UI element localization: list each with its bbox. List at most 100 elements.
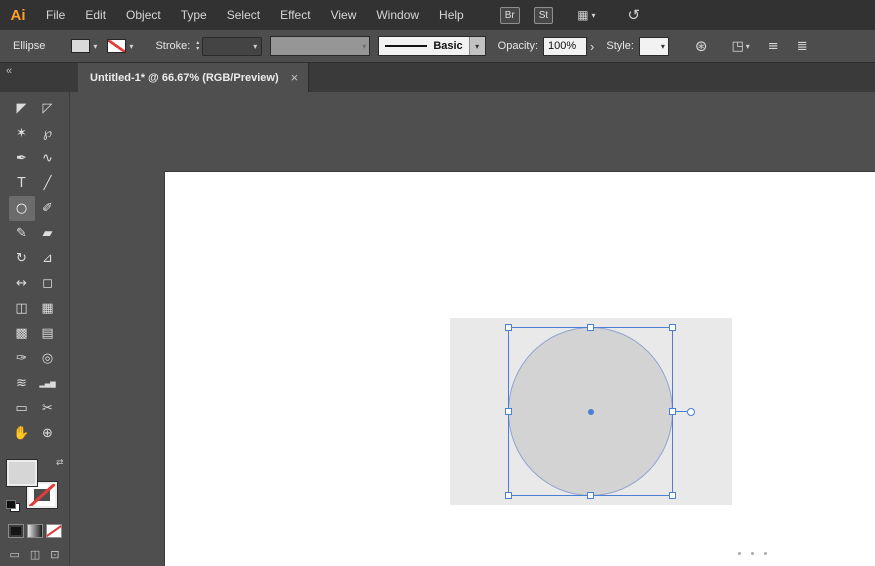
brush-definition-select[interactable]: Basic ▾ (378, 36, 485, 56)
gradient-button[interactable] (27, 524, 43, 538)
width-profile-select[interactable]: ▾ (270, 36, 370, 56)
selection-handle-se[interactable] (669, 492, 676, 499)
stroke-label: Stroke: (155, 40, 190, 52)
none-button[interactable] (46, 524, 62, 538)
slice-tool[interactable]: ✂ (35, 396, 61, 421)
artboard-tool[interactable]: ▭ (9, 396, 35, 421)
collapse-panel-button[interactable]: « (6, 65, 12, 77)
mesh-tool[interactable]: ▩ (9, 321, 35, 346)
context-label: Ellipse (13, 40, 45, 52)
selection-center-point[interactable] (588, 409, 594, 415)
type-tool[interactable]: T (9, 171, 35, 196)
recolor-artwork-icon[interactable]: ⊛ (695, 37, 708, 55)
curvature-tool[interactable]: ∿ (35, 146, 61, 171)
tools-panel: « ◤ ◸ ✶ ℘ ✒ ∿ T ╱ ○ ✐ ✎ ▰ ↻ ⊿ ↔ ◻ ◫ ▦ (0, 63, 70, 566)
swap-fill-stroke-icon[interactable]: ⇄ (56, 458, 64, 468)
magic-wand-tool[interactable]: ✶ (9, 121, 35, 146)
line-segment-tool[interactable]: ╱ (35, 171, 61, 196)
shape-builder-tool[interactable]: ◫ (9, 296, 35, 321)
default-fill-icon (6, 500, 16, 509)
chevron-down-icon: ▾ (475, 42, 479, 51)
selection-handle-w[interactable] (505, 408, 512, 415)
align-left-icon[interactable]: ≡ (768, 39, 779, 54)
eraser-tool[interactable]: ▰ (35, 221, 61, 246)
transform-menu-button[interactable]: ◳ ▾ (731, 39, 749, 54)
menu-item-file[interactable]: File (36, 0, 75, 30)
selection-handle-s[interactable] (587, 492, 594, 499)
selection-handle-sw[interactable] (505, 492, 512, 499)
fill-swatch-icon (71, 39, 90, 53)
canvas[interactable] (70, 92, 875, 566)
free-transform-tool[interactable]: ◻ (35, 271, 61, 296)
eyedropper-tool[interactable]: ✑ (9, 346, 35, 371)
menu-item-view[interactable]: View (321, 0, 367, 30)
selection-tool[interactable]: ◤ (9, 96, 35, 121)
opacity-dropdown-arrow-icon[interactable]: › (590, 39, 594, 54)
stroke-color-select[interactable]: ▾ (107, 39, 133, 53)
selection-handle-ne[interactable] (669, 324, 676, 331)
app-logo: Ai (0, 7, 36, 24)
draw-inside-icon[interactable]: ⊡ (50, 548, 59, 561)
symbol-sprayer-tool[interactable]: ≋ (9, 371, 35, 396)
fill-color-select[interactable]: ▾ (71, 39, 97, 53)
chevron-down-icon: ▾ (362, 42, 366, 51)
transform-icon: ◳ (731, 39, 743, 54)
ellipse-tool[interactable]: ○ (9, 196, 35, 221)
workspace-switcher[interactable]: ▦ ▾ (577, 8, 595, 22)
stock-button[interactable]: St (534, 7, 553, 24)
zoom-tool[interactable]: ⊕ (35, 421, 61, 446)
scale-tool[interactable]: ⊿ (35, 246, 61, 271)
color-type-buttons (8, 524, 62, 538)
opacity-label[interactable]: Opacity: (498, 40, 538, 52)
draw-behind-icon[interactable]: ◫ (30, 548, 40, 561)
chevron-down-icon: ▾ (253, 42, 257, 51)
bridge-button[interactable]: Br (500, 7, 520, 24)
fill-stroke-indicator: ⇄ (6, 458, 64, 512)
align-top-icon[interactable]: ≣ (797, 39, 808, 54)
tools-grid: ◤ ◸ ✶ ℘ ✒ ∿ T ╱ ○ ✐ ✎ ▰ ↻ ⊿ ↔ ◻ ◫ ▦ ▩ ▤ (0, 96, 69, 446)
rotate-tool[interactable]: ↻ (9, 246, 35, 271)
hand-tool[interactable]: ✋ (9, 421, 35, 446)
sync-icon[interactable]: ↺ (628, 6, 641, 24)
menu-item-object[interactable]: Object (116, 0, 171, 30)
menu-item-help[interactable]: Help (429, 0, 474, 30)
menu-item-edit[interactable]: Edit (75, 0, 116, 30)
selection-handle-n[interactable] (587, 324, 594, 331)
document-tab-title: Untitled-1* @ 66.67% (RGB/Preview) (90, 72, 279, 84)
artboard-dots (738, 552, 767, 555)
direct-selection-tool[interactable]: ◸ (35, 96, 61, 121)
perspective-grid-tool[interactable]: ▦ (35, 296, 61, 321)
menu-item-effect[interactable]: Effect (270, 0, 320, 30)
paintbrush-tool[interactable]: ✐ (35, 196, 61, 221)
stroke-weight-stepper[interactable]: ▴ ▾ (196, 40, 199, 52)
fill-indicator[interactable] (7, 460, 37, 486)
menu-item-type[interactable]: Type (171, 0, 217, 30)
stroke-weight-select[interactable]: ▾ (202, 37, 262, 56)
menu-bar: Ai File Edit Object Type Select Effect V… (0, 0, 875, 30)
width-tool[interactable]: ↔ (9, 271, 35, 296)
document-tab[interactable]: Untitled-1* @ 66.67% (RGB/Preview) × (78, 63, 309, 92)
brush-dropdown-button[interactable]: ▾ (469, 37, 485, 55)
menu-item-select[interactable]: Select (217, 0, 270, 30)
color-button[interactable] (8, 524, 24, 538)
close-icon[interactable]: × (291, 70, 299, 85)
illustrator-window: Ai File Edit Object Type Select Effect V… (0, 0, 875, 566)
opacity-input[interactable]: 100% (543, 37, 587, 56)
lasso-tool[interactable]: ℘ (35, 121, 61, 146)
default-fill-stroke-button[interactable] (6, 500, 20, 512)
document-area: Untitled-1* @ 66.67% (RGB/Preview) × (70, 63, 875, 566)
opacity-value: 100% (548, 40, 576, 52)
transform-widget-handle[interactable] (687, 408, 695, 416)
gradient-tool[interactable]: ▤ (35, 321, 61, 346)
pencil-tool[interactable]: ✎ (9, 221, 35, 246)
graphic-style-select[interactable]: ▾ (639, 37, 669, 56)
selection-handle-nw[interactable] (505, 324, 512, 331)
column-graph-tool[interactable]: ▂▄▆ (35, 371, 61, 396)
brush-stroke-preview (385, 45, 427, 47)
chevron-down-icon: ▾ (129, 42, 133, 51)
menu-item-window[interactable]: Window (366, 0, 429, 30)
blend-tool[interactable]: ◎ (35, 346, 61, 371)
draw-normal-icon[interactable]: ▭ (10, 548, 20, 561)
pen-tool[interactable]: ✒ (9, 146, 35, 171)
chevron-down-icon: ▾ (746, 42, 750, 51)
